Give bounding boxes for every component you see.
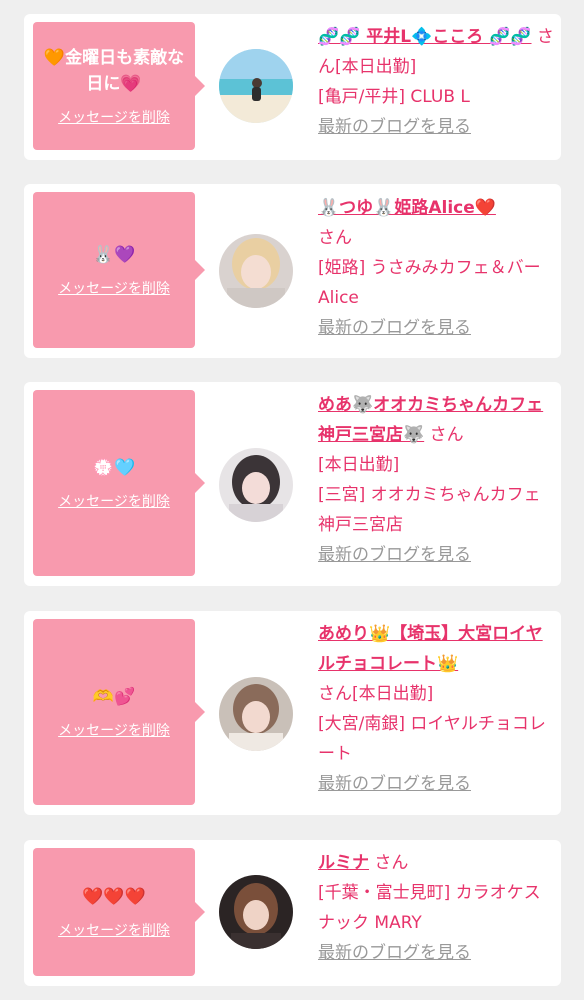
avatar[interactable] — [219, 875, 293, 949]
shop-name: [亀戸/平井] CLUB L — [318, 87, 470, 107]
delete-message-link[interactable]: メッセージを削除 — [58, 491, 170, 511]
avatar[interactable] — [219, 49, 293, 123]
delete-message-link[interactable]: メッセージを削除 — [58, 920, 170, 940]
message-list: 🧡金曜日も素敵な日に💗 メッセージを削除 🧬🧬 平井L💠こころ 🧬🧬 さん[本日… — [0, 0, 584, 1000]
blog-link[interactable]: 最新のブログを見る — [318, 545, 471, 565]
message-text: ❤️❤️❤️ — [82, 887, 146, 907]
message-card: 🫶💕 メッセージを削除 あめり👑【埼玉】大宮ロイヤルチョコレート👑 さん[本日出… — [24, 611, 561, 815]
member-info: あめり👑【埼玉】大宮ロイヤルチョコレート👑 さん[本日出勤] [大宮/南銀] ロ… — [318, 619, 554, 799]
blog-link[interactable]: 最新のブログを見る — [318, 318, 471, 338]
message-text: 🐰💜 — [92, 245, 136, 265]
shop-name: [三宮] オオカミちゃんカフェ神戸三宮店 — [318, 485, 541, 535]
member-name-link[interactable]: あめり👑【埼玉】大宮ロイヤルチョコレート👑 — [318, 624, 543, 674]
status-badge: [本日出勤] — [352, 684, 434, 704]
blog-link[interactable]: 最新のブログを見る — [318, 774, 471, 794]
message-card: ❤️❤️❤️ メッセージを削除 ルミナ さん [千葉・富士見町] カラオケスナッ… — [24, 840, 561, 986]
message-card: 🧡金曜日も素敵な日に💗 メッセージを削除 🧬🧬 平井L💠こころ 🧬🧬 さん[本日… — [24, 14, 561, 160]
message-text: 💮🩵 — [92, 458, 136, 478]
member-name-link[interactable]: 🐰つゆ🐰姫路Alice❤️ — [318, 198, 496, 218]
avatar[interactable] — [219, 448, 293, 522]
shop-name: [大宮/南銀] ロイヤルチョコレート — [318, 714, 546, 764]
blog-link[interactable]: 最新のブログを見る — [318, 117, 471, 137]
member-info: 🐰つゆ🐰姫路Alice❤️ さん [姫路] うさみみカフェ＆バー Alice 最… — [318, 193, 558, 343]
shop-name: [姫路] うさみみカフェ＆バー Alice — [318, 258, 558, 308]
message-card: 💮🩵 メッセージを削除 めあ🐺オオカミちゃんカフェ神戸三宮店🐺 さん [本日出勤… — [24, 382, 561, 586]
avatar[interactable] — [219, 677, 293, 751]
shop-name: [千葉・富士見町] カラオケスナック MARY — [318, 883, 541, 933]
message-bubble: 🧡金曜日も素敵な日に💗 メッセージを削除 — [33, 22, 205, 150]
member-name-link[interactable]: ルミナ — [318, 853, 369, 873]
member-info: めあ🐺オオカミちゃんカフェ神戸三宮店🐺 さん [本日出勤] [三宮] オオカミち… — [318, 390, 554, 570]
honorific: さん — [429, 425, 464, 445]
member-name-link[interactable]: 🧬🧬 平井L💠こころ 🧬🧬 — [318, 27, 532, 47]
message-bubble: ❤️❤️❤️ メッセージを削除 — [33, 848, 205, 976]
delete-message-link[interactable]: メッセージを削除 — [58, 278, 170, 298]
message-bubble: 💮🩵 メッセージを削除 — [33, 390, 205, 576]
message-bubble: 🐰💜 メッセージを削除 — [33, 192, 205, 348]
avatar[interactable] — [219, 234, 293, 308]
delete-message-link[interactable]: メッセージを削除 — [58, 107, 170, 127]
honorific: さん — [374, 853, 409, 873]
message-text: 🧡金曜日も素敵な日に💗 — [43, 48, 185, 94]
message-card: 🐰💜 メッセージを削除 🐰つゆ🐰姫路Alice❤️ さん [姫路] うさみみカフ… — [24, 184, 561, 358]
blog-link[interactable]: 最新のブログを見る — [318, 943, 471, 963]
honorific: さん — [318, 684, 352, 704]
member-info: ルミナ さん [千葉・富士見町] カラオケスナック MARY 最新のブログを見る — [318, 848, 554, 968]
message-text: 🫶💕 — [92, 687, 136, 707]
status-badge: [本日出勤] — [335, 57, 417, 77]
honorific: さん — [318, 228, 352, 248]
member-info: 🧬🧬 平井L💠こころ 🧬🧬 さん[本日出勤] [亀戸/平井] CLUB L 最新… — [318, 22, 554, 142]
status-badge: [本日出勤] — [318, 455, 400, 475]
message-bubble: 🫶💕 メッセージを削除 — [33, 619, 205, 805]
delete-message-link[interactable]: メッセージを削除 — [58, 720, 170, 740]
